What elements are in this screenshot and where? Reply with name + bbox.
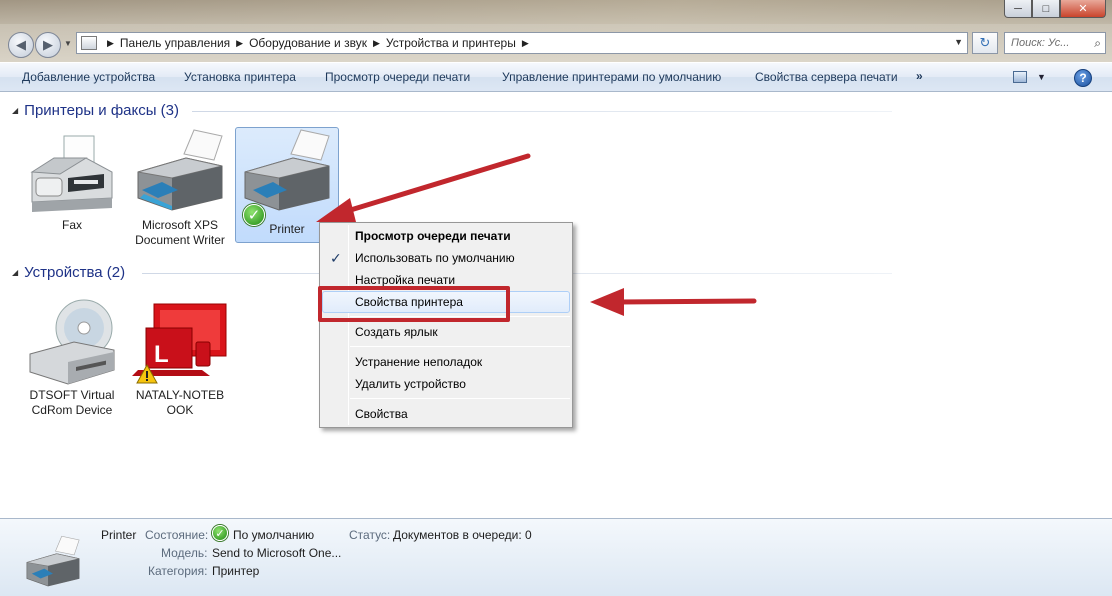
view-queue-button[interactable]: Просмотр очереди печати bbox=[325, 70, 470, 84]
default-printer-check-icon: ✓ bbox=[243, 204, 265, 226]
device-label-line2: Document Writer bbox=[135, 233, 225, 247]
refresh-icon: ↻ bbox=[979, 35, 991, 50]
recent-pages-dropdown[interactable]: ▼ bbox=[64, 39, 72, 48]
arrow-left-icon: ◀ bbox=[16, 37, 26, 52]
checkmark-icon: ✓ bbox=[330, 250, 342, 266]
computer-icon: L bbox=[132, 298, 228, 388]
devices-and-printers-window: ─ □ ✕ ◀ ▶ ▼ ▶ Панель управления ▶ Оборуд… bbox=[0, 0, 1112, 596]
menu-item-troubleshoot[interactable]: Устранение неполадок bbox=[322, 351, 570, 373]
printers-group-title: Принтеры и факсы (3) bbox=[24, 102, 180, 119]
group-divider bbox=[192, 111, 892, 112]
device-label: NATALY-NOTEB bbox=[135, 388, 225, 402]
install-printer-button[interactable]: Установка принтера bbox=[184, 70, 296, 84]
address-dropdown-icon[interactable]: ▼ bbox=[954, 37, 963, 47]
device-label: DTSOFT Virtual bbox=[29, 388, 115, 402]
devices-group-header[interactable]: ◢ Устройства (2) bbox=[12, 264, 892, 281]
category-value: Принтер bbox=[212, 564, 260, 578]
breadcrumb-hardware-sound[interactable]: Оборудование и звук bbox=[249, 36, 367, 50]
menu-item-remove-device[interactable]: Удалить устройство bbox=[322, 373, 570, 395]
address-bar[interactable]: ▶ Панель управления ▶ Оборудование и зву… bbox=[76, 32, 968, 54]
title-bar: ─ □ ✕ bbox=[0, 0, 1112, 24]
device-nataly-notebook[interactable]: L NATALY-NOTEB OOK bbox=[128, 298, 232, 418]
breadcrumb-control-panel[interactable]: Панель управления bbox=[120, 36, 230, 50]
devices-group-title: Устройства (2) bbox=[24, 264, 126, 281]
device-label-line2: OOK bbox=[166, 403, 194, 417]
menu-separator bbox=[350, 346, 570, 347]
view-dropdown-icon[interactable]: ▼ bbox=[1037, 72, 1046, 82]
breadcrumb-devices-printers[interactable]: Устройства и принтеры bbox=[386, 36, 516, 50]
device-label: Fax bbox=[61, 218, 82, 232]
collapse-triangle-icon[interactable]: ◢ bbox=[12, 268, 18, 277]
warning-icon bbox=[136, 364, 158, 384]
breadcrumb-separator-icon[interactable]: ▶ bbox=[522, 38, 529, 49]
printer-icon: ✓ bbox=[239, 128, 335, 226]
device-label-line2: CdRom Device bbox=[31, 403, 113, 417]
state-value: По умолчанию bbox=[233, 528, 315, 542]
breadcrumb-separator-icon[interactable]: ▶ bbox=[236, 38, 243, 49]
forward-button[interactable]: ▶ bbox=[35, 32, 61, 58]
collapse-triangle-icon[interactable]: ◢ bbox=[12, 106, 18, 115]
add-device-button[interactable]: Добавление устройства bbox=[22, 70, 155, 84]
help-button[interactable]: ? bbox=[1074, 69, 1092, 87]
status-ok-icon: ✓ bbox=[212, 525, 228, 541]
maximize-button[interactable]: □ bbox=[1032, 0, 1060, 18]
menu-separator bbox=[350, 398, 570, 399]
device-label: Microsoft XPS bbox=[141, 218, 219, 232]
close-button[interactable]: ✕ bbox=[1060, 0, 1106, 18]
refresh-button[interactable]: ↻ bbox=[972, 32, 998, 54]
menu-item-properties[interactable]: Свойства bbox=[322, 403, 570, 425]
menu-item-label: Использовать по умолчанию bbox=[355, 251, 515, 265]
fax-icon bbox=[24, 128, 120, 218]
menu-item-create-shortcut[interactable]: Создать ярлык bbox=[322, 321, 570, 343]
model-value: Send to Microsoft One... bbox=[212, 546, 342, 560]
minimize-button[interactable]: ─ bbox=[1004, 0, 1032, 18]
category-label: Категория: bbox=[148, 564, 208, 578]
details-pane: Printer Состояние: ✓ По умолчанию Статус… bbox=[0, 518, 1112, 596]
control-panel-icon bbox=[81, 36, 97, 50]
state-label: Состояние: bbox=[145, 528, 209, 542]
cd-drive-icon bbox=[24, 298, 120, 388]
device-dtsoft-cdrom[interactable]: DTSOFT Virtual CdRom Device bbox=[20, 298, 124, 418]
search-placeholder: Поиск: Ус... bbox=[1011, 37, 1070, 49]
printer-icon bbox=[132, 128, 228, 218]
printers-group-header[interactable]: ◢ Принтеры и факсы (3) bbox=[12, 102, 892, 119]
search-input[interactable]: Поиск: Ус... ⌕ bbox=[1004, 32, 1106, 54]
annotation-highlight-box bbox=[318, 286, 510, 322]
menu-item-set-default[interactable]: ✓ Использовать по умолчанию bbox=[322, 247, 570, 269]
arrow-right-icon: ▶ bbox=[43, 37, 53, 52]
breadcrumb-separator-icon[interactable]: ▶ bbox=[107, 38, 114, 49]
status-label: Статус: bbox=[349, 528, 391, 542]
print-server-properties-button[interactable]: Свойства сервера печати bbox=[755, 70, 898, 84]
context-menu: Просмотр очереди печати ✓ Использовать п… bbox=[319, 222, 573, 428]
command-bar: Добавление устройства Установка принтера… bbox=[0, 62, 1112, 92]
breadcrumb-separator-icon[interactable]: ▶ bbox=[373, 38, 380, 49]
device-microsoft-xps[interactable]: Microsoft XPS Document Writer bbox=[128, 128, 232, 248]
more-commands-button[interactable]: » bbox=[916, 69, 923, 83]
caption-buttons: ─ □ ✕ bbox=[1004, 0, 1106, 18]
printer-thumbnail-icon bbox=[26, 535, 80, 587]
search-icon[interactable]: ⌕ bbox=[1094, 36, 1101, 51]
change-view-icon[interactable] bbox=[1013, 71, 1027, 83]
model-label: Модель: bbox=[161, 546, 208, 560]
manage-default-printers-button[interactable]: Управление принтерами по умолчанию bbox=[502, 70, 721, 84]
selected-device-name: Printer bbox=[101, 528, 137, 542]
device-fax[interactable]: Fax bbox=[20, 128, 124, 233]
menu-item-view-queue[interactable]: Просмотр очереди печати bbox=[322, 225, 570, 247]
back-button[interactable]: ◀ bbox=[8, 32, 34, 58]
status-value: Документов в очереди: 0 bbox=[393, 528, 532, 542]
